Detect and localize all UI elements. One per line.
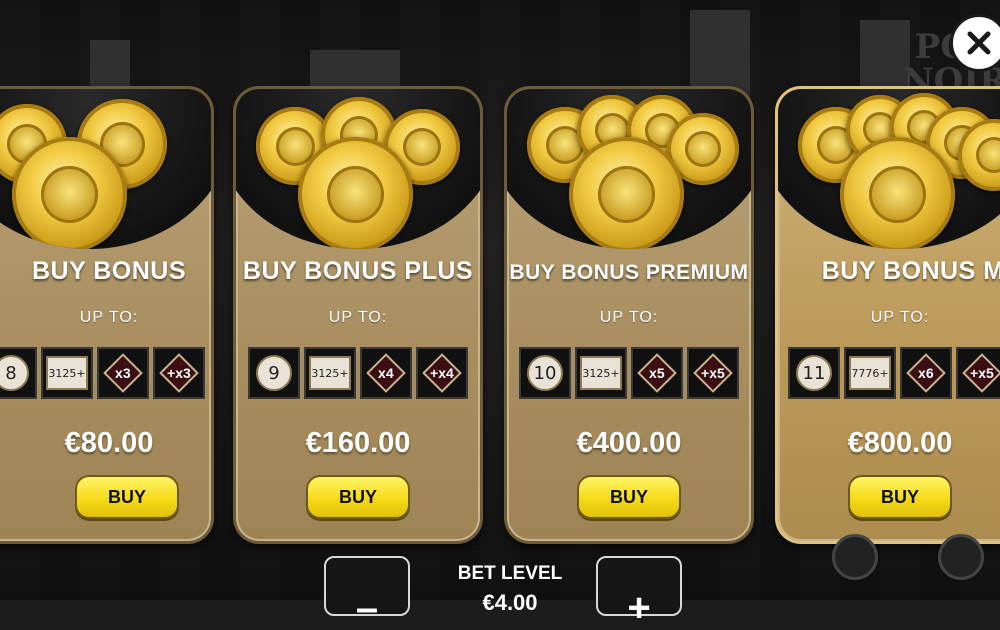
diamond-icon: x5: [637, 353, 677, 393]
plus-multiplier-feature: +x5: [687, 347, 739, 399]
coin-display: [236, 89, 480, 249]
plus-multiplier-value: +x3: [167, 365, 191, 381]
plus-icon: +: [627, 586, 651, 630]
buy-button[interactable]: BUY: [577, 475, 681, 519]
ways-count: 3125+: [580, 356, 622, 390]
card-title: BUY BONUS PLUS: [242, 257, 474, 285]
bonus-card-buy-bonus: BUY BONUS UP TO: 8 3125+ x3 +x3 €80.00 B…: [0, 86, 214, 544]
diamond-icon: +x5: [693, 353, 733, 393]
up-to-label: UP TO:: [328, 309, 388, 326]
diamond-icon: x4: [366, 353, 406, 393]
feature-row: 10 3125+ x5 +x5: [507, 347, 751, 399]
up-to-label: UP TO:: [599, 309, 659, 326]
multiplier-value: x6: [918, 364, 934, 381]
plus-multiplier-feature: +x3: [153, 347, 205, 399]
up-to-label: UP TO:: [79, 309, 139, 326]
bet-level-value: €4.00: [482, 590, 538, 615]
buy-button[interactable]: BUY: [306, 475, 410, 519]
diamond-icon: +x3: [159, 353, 199, 393]
ways-count: 3125+: [309, 356, 351, 390]
bet-level-label: BET LEVEL: [457, 563, 563, 584]
free-spins-feature: 10: [519, 347, 571, 399]
coin-icon: [569, 137, 684, 249]
plus-multiplier-value: +x5: [970, 365, 994, 381]
multiplier-value: x5: [649, 364, 665, 381]
multiplier-value: x3: [115, 364, 131, 381]
feature-row: 8 3125+ x3 +x3: [0, 347, 211, 399]
multiplier-feature: x4: [360, 347, 412, 399]
free-spins-count: 9: [256, 355, 292, 391]
card-title: BUY BONUS MAX: [821, 257, 1000, 285]
multiplier-value: x4: [378, 364, 394, 381]
up-to-label: UP TO:: [870, 309, 930, 326]
ways-feature: 3125+: [575, 347, 627, 399]
free-spins-feature: 8: [0, 347, 37, 399]
card-title: BUY BONUS PREMIUM: [509, 261, 749, 284]
bonus-card-buy-bonus-premium: BUY BONUS PREMIUM UP TO: 10 3125+ x5 +x5…: [504, 86, 754, 544]
ways-feature: 7776+: [844, 347, 896, 399]
free-spins-feature: 11: [788, 347, 840, 399]
price: €800.00: [847, 427, 953, 459]
autoplay-icon[interactable]: [938, 534, 984, 580]
feature-row: 9 3125+ x4 +x4: [236, 347, 480, 399]
diamond-icon: x6: [906, 353, 946, 393]
buy-button[interactable]: BUY: [75, 475, 179, 519]
free-spins-count: 10: [527, 355, 563, 391]
close-button[interactable]: [950, 14, 1000, 72]
coin-display: [778, 89, 1000, 249]
ways-count: 3125+: [46, 356, 88, 390]
diamond-icon: +x5: [962, 353, 1000, 393]
plus-multiplier-feature: +x4: [416, 347, 468, 399]
coin-icon: [298, 137, 413, 249]
free-spins-feature: 9: [248, 347, 300, 399]
coin-icon: [840, 137, 955, 249]
feature-row: 11 7776+ x6 +x5: [778, 347, 1000, 399]
price: €80.00: [64, 427, 154, 459]
price: €400.00: [576, 427, 682, 459]
bet-decrease-button[interactable]: –: [324, 556, 410, 628]
ways-feature: 3125+: [304, 347, 356, 399]
multiplier-feature: x5: [631, 347, 683, 399]
diamond-icon: +x4: [422, 353, 462, 393]
close-x-icon: [967, 31, 991, 55]
plus-multiplier-value: +x4: [430, 365, 454, 381]
turbo-icon[interactable]: [832, 534, 878, 580]
bonus-card-buy-bonus-max: BUY BONUS MAX UP TO: 11 7776+ x6 +x5 €80…: [775, 86, 1000, 544]
free-spins-count: 11: [796, 355, 832, 391]
buy-button[interactable]: BUY: [848, 475, 952, 519]
diamond-icon: x3: [103, 353, 143, 393]
minus-icon: –: [355, 586, 379, 630]
ways-feature: 3125+: [41, 347, 93, 399]
multiplier-feature: x3: [97, 347, 149, 399]
plus-multiplier-value: +x5: [701, 365, 725, 381]
coin-icon: [12, 137, 127, 249]
free-spins-count: 8: [0, 355, 29, 391]
price: €160.00: [305, 427, 411, 459]
coin-display: [0, 89, 211, 249]
coin-display: [507, 89, 751, 249]
multiplier-feature: x6: [900, 347, 952, 399]
ways-count: 7776+: [849, 356, 891, 390]
plus-multiplier-feature: +x5: [956, 347, 1000, 399]
card-title: BUY BONUS: [31, 257, 187, 285]
bet-increase-button[interactable]: +: [596, 556, 682, 628]
bonus-card-buy-bonus-plus: BUY BONUS PLUS UP TO: 9 3125+ x4 +x4 €16…: [233, 86, 483, 544]
